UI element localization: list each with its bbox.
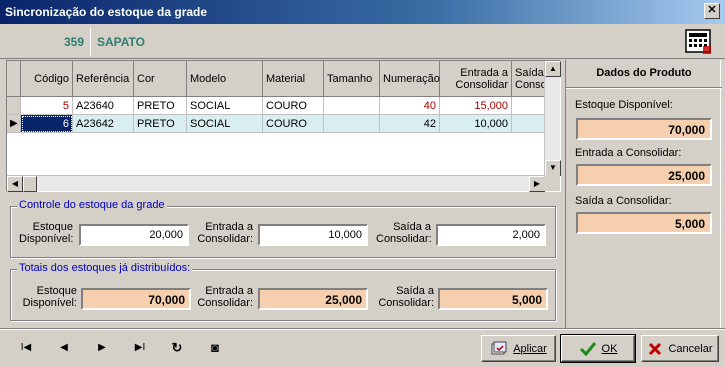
scroll-up-icon[interactable]: ▲ <box>545 61 561 77</box>
controle-estoque-label: Estoque Disponível: <box>19 221 74 245</box>
cell-entrada: 15,000 <box>440 97 512 115</box>
horizontal-scrollbar[interactable]: ◀ ▶ <box>7 175 545 192</box>
cell-entrada: 10,000 <box>440 115 512 133</box>
col-header-referencia[interactable]: Referência <box>73 61 134 97</box>
product-name: SAPATO <box>97 35 146 49</box>
controle-group-title: Controle do estoque da grade <box>17 199 167 211</box>
side-entrada-value: 25,000 <box>576 164 712 186</box>
cell-modelo: SOCIAL <box>187 97 263 115</box>
first-record-icon[interactable]: I◀ <box>17 340 35 356</box>
cell-tamanho <box>324 115 380 133</box>
product-header: 359 SAPATO <box>0 24 725 59</box>
side-entrada-label: Entrada a Consolidar: <box>575 147 682 159</box>
title-bar: Sincronização do estoque da grade ✕ <box>0 0 725 24</box>
cancelar-button[interactable]: Cancelar <box>641 335 719 362</box>
cell-numeracao: 42 <box>380 115 440 133</box>
totais-estoque-value: 70,000 <box>81 288 191 310</box>
cancel-x-icon <box>649 342 662 355</box>
record-icon[interactable]: ◙ <box>206 340 224 356</box>
table-row-selected[interactable]: ▶ 6 A23642 PRETO SOCIAL COURO 42 10,000 <box>7 115 545 133</box>
scroll-down-icon[interactable]: ▼ <box>545 160 561 176</box>
totais-saida-value: 5,000 <box>438 288 548 310</box>
col-header-codigo[interactable]: Código <box>21 61 73 97</box>
dados-produto-divider <box>566 87 722 89</box>
totais-entrada-label: Entrada a Consolidar: <box>197 285 253 309</box>
col-header-cor[interactable]: Cor <box>134 61 187 97</box>
vertical-scrollbar[interactable]: ▲ ▼ <box>544 61 561 176</box>
totais-saida-label: Saída a Consolidar: <box>378 285 434 309</box>
last-record-icon[interactable]: ▶I <box>131 340 149 356</box>
calculator-icon[interactable] <box>683 27 713 55</box>
cell-saida <box>512 115 545 133</box>
col-header-tamanho[interactable]: Tamanho <box>324 61 380 97</box>
controle-entrada-label: Entrada a Consolidar: <box>197 221 253 245</box>
controle-entrada-input[interactable]: 10,000 <box>258 224 368 246</box>
row-indicator <box>7 97 21 115</box>
table-row[interactable]: 5 A23640 PRETO SOCIAL COURO 40 15,000 <box>7 97 545 115</box>
side-estoque-value: 70,000 <box>576 118 712 140</box>
window-title: Sincronização do estoque da grade <box>5 5 208 19</box>
cell-codigo: 5 <box>21 97 73 115</box>
totais-entrada-value: 25,000 <box>258 288 368 310</box>
cell-cor: PRETO <box>134 97 187 115</box>
aplicar-label: Aplicar <box>513 342 547 355</box>
aplicar-button[interactable]: Aplicar <box>481 335 556 362</box>
scrollbar-corner <box>544 175 560 191</box>
cell-cor: PRETO <box>134 115 187 133</box>
cell-saida <box>512 97 545 115</box>
items-grid[interactable]: Código Referência Cor Modelo Material Ta… <box>6 60 561 192</box>
refresh-icon[interactable]: ↻ <box>168 340 186 356</box>
scroll-left-icon[interactable]: ◀ <box>7 176 23 192</box>
totais-estoque-label: Estoque Disponível: <box>22 285 77 309</box>
checkmark-icon <box>579 341 596 356</box>
product-code: 359 <box>64 35 85 49</box>
cell-codigo[interactable]: 6 <box>21 115 73 133</box>
prev-record-icon[interactable]: ◀ <box>55 340 73 356</box>
grid-body: Código Referência Cor Modelo Material Ta… <box>7 61 545 176</box>
cell-material: COURO <box>263 115 324 133</box>
cancelar-label: Cancelar <box>668 342 713 355</box>
cell-modelo: SOCIAL <box>187 115 263 133</box>
next-record-icon[interactable]: ▶ <box>93 340 111 356</box>
apply-icon <box>491 341 507 354</box>
col-header-material[interactable]: Material <box>263 61 324 97</box>
col-header-modelo[interactable]: Modelo <box>187 61 263 97</box>
col-header-numeracao[interactable]: Numeração <box>380 61 440 97</box>
side-saida-label: Saída a Consolidar: <box>575 195 672 207</box>
header-divider <box>90 28 91 56</box>
controle-group: Controle do estoque da grade Estoque Dis… <box>10 199 556 258</box>
ok-button[interactable]: OK <box>560 334 636 363</box>
col-header-saida[interactable]: Saída a Consolidar <box>512 61 545 97</box>
totais-group-title: Totais dos estoques já distribuídos: <box>17 262 193 274</box>
totais-group: Totais dos estoques já distribuídos: Est… <box>10 262 556 321</box>
cell-referencia: A23640 <box>73 97 134 115</box>
ok-label: OK <box>601 342 618 355</box>
cell-numeracao: 40 <box>380 97 440 115</box>
scroll-right-icon[interactable]: ▶ <box>529 176 545 192</box>
row-indicator-arrow-icon: ▶ <box>7 115 21 133</box>
side-estoque-label: Estoque Disponível: <box>575 99 673 111</box>
cell-tamanho <box>324 97 380 115</box>
controle-saida-label: Saída a Consolidar: <box>376 221 432 245</box>
close-button[interactable]: ✕ <box>704 3 720 19</box>
side-saida-value: 5,000 <box>576 212 712 234</box>
controle-saida-input[interactable]: 2,000 <box>436 224 546 246</box>
scroll-thumb[interactable] <box>23 176 37 192</box>
col-header-entrada[interactable]: Entrada a Consolidar <box>440 61 512 97</box>
dados-produto-panel: Dados do Produto Estoque Disponível: 70,… <box>565 60 722 328</box>
bottom-toolbar: I◀ ◀ ▶ ▶I ↻ ◙ Aplicar OK Cancelar <box>0 328 725 367</box>
cell-referencia: A23642 <box>73 115 134 133</box>
cell-material: COURO <box>263 97 324 115</box>
controle-estoque-input[interactable]: 20,000 <box>79 224 189 246</box>
row-indicator-header <box>7 61 21 97</box>
dados-produto-title: Dados do Produto <box>596 67 692 79</box>
